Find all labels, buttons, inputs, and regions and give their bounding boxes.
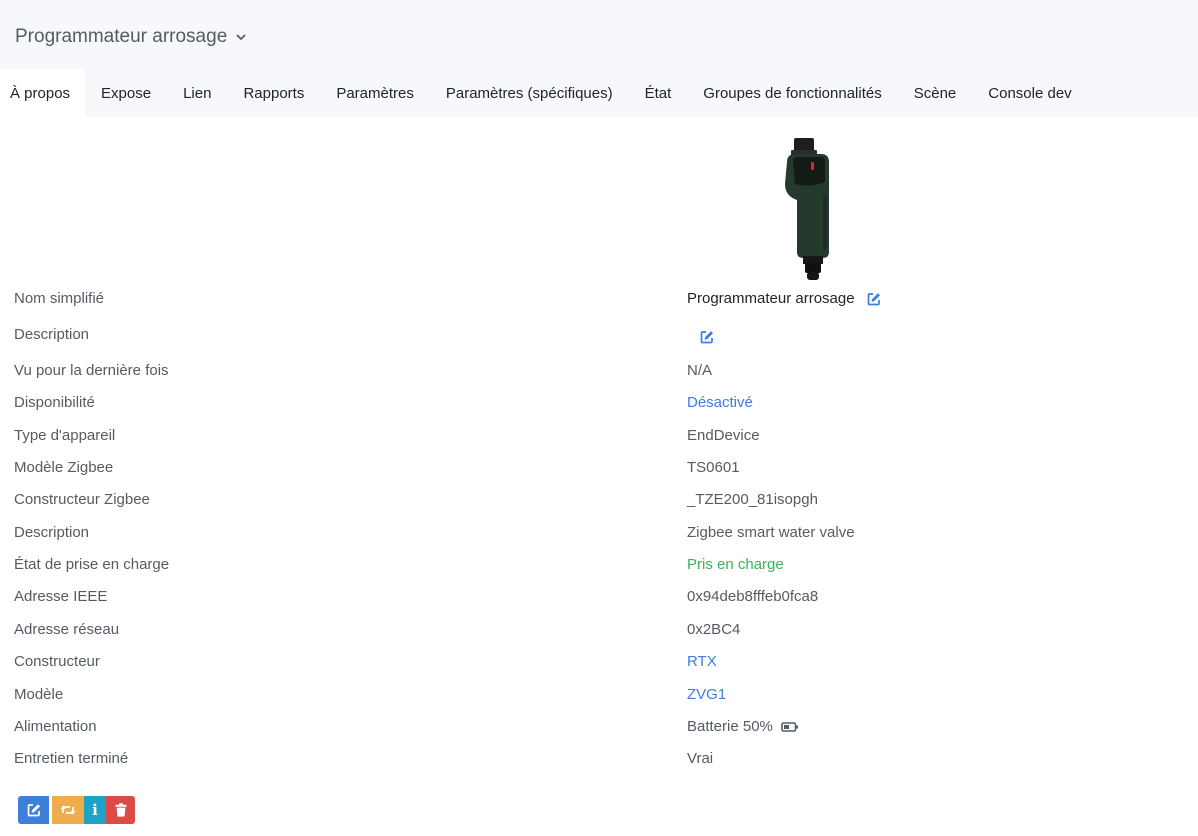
- friendly-name-value-wrap: Programmateur arrosage: [687, 290, 881, 307]
- detail-row-friendly-name: Nom simplifié Programmateur arrosage: [0, 290, 1198, 314]
- description-user-value-wrap: [687, 326, 714, 344]
- remove-button[interactable]: [106, 796, 135, 824]
- device-tabs: À propos Expose Lien Rapports Paramètres…: [0, 69, 1088, 117]
- detail-row-zigbee-model: Modèle Zigbee TS0601: [0, 459, 1198, 483]
- reconfigure-button[interactable]: [52, 796, 84, 824]
- tab-reporting[interactable]: Rapports: [227, 69, 320, 117]
- interview-completed-label: Entretien terminé: [14, 750, 129, 767]
- zigbee-manufacturer-label: Constructeur Zigbee: [14, 491, 150, 508]
- edit-icon[interactable]: [867, 292, 881, 306]
- detail-row-manufacturer: Constructeur RTX: [0, 653, 1198, 677]
- tab-about[interactable]: À propos: [0, 69, 86, 117]
- network-address-label: Adresse réseau: [14, 621, 120, 638]
- friendly-name-label: Nom simplifié: [14, 290, 105, 307]
- detail-row-power: Alimentation Batterie 50%: [0, 718, 1198, 742]
- interview-button[interactable]: i: [84, 796, 106, 824]
- support-status-label: État de prise en charge: [14, 556, 170, 573]
- tab-dev-console[interactable]: Console dev: [972, 69, 1087, 117]
- interview-completed-value: Vrai: [687, 750, 714, 767]
- power-label: Alimentation: [14, 718, 97, 735]
- battery-half-icon: [781, 721, 799, 732]
- tab-settings-specific[interactable]: Paramètres (spécifiques): [430, 69, 629, 117]
- friendly-name-value: Programmateur arrosage: [687, 290, 855, 307]
- tab-exposes[interactable]: Expose: [85, 69, 167, 117]
- detail-row-description-user: Description: [0, 326, 1198, 350]
- detail-row-support-status: État de prise en charge Pris en charge: [0, 556, 1198, 580]
- zigbee-model-value: TS0601: [687, 459, 740, 476]
- last-seen-value: N/A: [687, 362, 713, 379]
- trash-icon: [115, 803, 127, 817]
- tab-state[interactable]: État: [629, 69, 688, 117]
- device-type-label: Type d'appareil: [14, 427, 116, 444]
- ieee-address-label: Adresse IEEE: [14, 588, 108, 605]
- rename-button[interactable]: [18, 796, 49, 824]
- detail-row-ieee-address: Adresse IEEE 0x94deb8fffeb0fca8: [0, 588, 1198, 612]
- device-title: Programmateur arrosage: [15, 26, 228, 47]
- info-icon: i: [92, 801, 98, 819]
- zigbee-manufacturer-value: _TZE200_81isopgh: [687, 491, 818, 508]
- ieee-address-value: 0x94deb8fffeb0fca8: [687, 588, 819, 605]
- tab-clusters[interactable]: Groupes de fonctionnalités: [687, 69, 897, 117]
- tab-bind[interactable]: Lien: [167, 69, 227, 117]
- device-title-dropdown[interactable]: Programmateur arrosage: [15, 26, 246, 48]
- manufacturer-link[interactable]: RTX: [687, 653, 717, 670]
- retweet-icon: [60, 804, 76, 816]
- model-label: Modèle: [14, 686, 64, 703]
- detail-row-interview-completed: Entretien terminé Vrai: [0, 750, 1198, 774]
- availability-link[interactable]: Désactivé: [687, 394, 753, 411]
- detail-row-network-address: Adresse réseau 0x2BC4: [0, 621, 1198, 645]
- power-value: Batterie 50%: [687, 718, 773, 735]
- availability-label: Disponibilité: [14, 394, 95, 411]
- description-value: Zigbee smart water valve: [687, 524, 855, 541]
- description-label: Description: [14, 524, 90, 541]
- edit-icon: [27, 803, 41, 817]
- description-user-label: Description: [14, 326, 90, 343]
- detail-row-last-seen: Vu pour la dernière fois N/A: [0, 362, 1198, 386]
- model-link[interactable]: ZVG1: [687, 686, 726, 703]
- last-seen-label: Vu pour la dernière fois: [14, 362, 169, 379]
- detail-row-zigbee-manufacturer: Constructeur Zigbee _TZE200_81isopgh: [0, 491, 1198, 515]
- network-address-value: 0x2BC4: [687, 621, 741, 638]
- device-type-value: EndDevice: [687, 427, 760, 444]
- power-value-wrap: Batterie 50%: [687, 718, 799, 735]
- edit-icon[interactable]: [700, 330, 714, 344]
- device-header: Programmateur arrosage À propos Expose L…: [0, 0, 1198, 117]
- detail-row-availability: Disponibilité Désactivé: [0, 394, 1198, 418]
- device-image: [781, 136, 833, 286]
- chevron-down-icon: [236, 32, 246, 44]
- tab-scene[interactable]: Scène: [898, 69, 973, 117]
- tab-settings[interactable]: Paramètres: [320, 69, 430, 117]
- zigbee-model-label: Modèle Zigbee: [14, 459, 114, 476]
- detail-row-model: Modèle ZVG1: [0, 686, 1198, 710]
- manufacturer-label: Constructeur: [14, 653, 100, 670]
- detail-row-device-type: Type d'appareil EndDevice: [0, 427, 1198, 451]
- detail-row-description: Description Zigbee smart water valve: [0, 524, 1198, 548]
- device-actions: i: [18, 796, 135, 824]
- support-status-link[interactable]: Pris en charge: [687, 556, 784, 573]
